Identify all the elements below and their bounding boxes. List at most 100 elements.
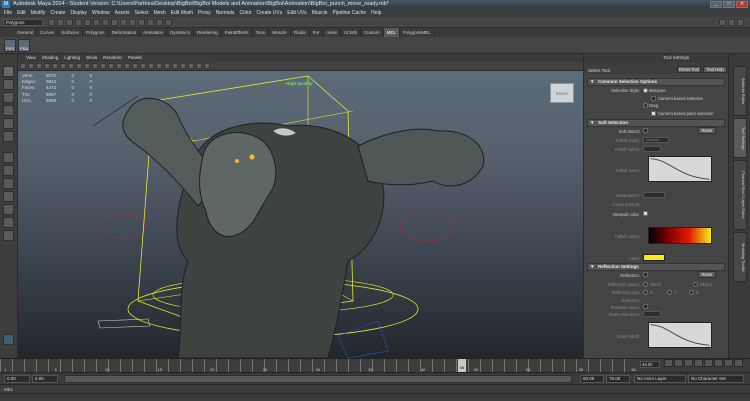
- layout-four-icon[interactable]: [3, 165, 14, 176]
- menu-create-uvs[interactable]: Create UVs: [256, 9, 282, 17]
- panel-menu-panels[interactable]: Panels: [128, 54, 142, 62]
- scale-tool-icon[interactable]: [3, 131, 14, 142]
- snap-curve-icon[interactable]: [111, 19, 118, 26]
- go-to-end-icon[interactable]: [734, 359, 743, 367]
- reflection-axis-z-radio[interactable]: [689, 290, 694, 295]
- menu-color[interactable]: Color: [239, 9, 251, 17]
- menu-display[interactable]: Display: [70, 9, 86, 17]
- rotate-tool-icon[interactable]: [3, 118, 14, 129]
- minimize-button[interactable]: _: [710, 1, 722, 8]
- select-component-icon[interactable]: [93, 19, 100, 26]
- command-line[interactable]: MEL: [0, 384, 750, 393]
- reflection-space-world-radio[interactable]: [643, 282, 648, 287]
- image-plane-icon[interactable]: [44, 63, 50, 69]
- use-all-lights-icon[interactable]: [140, 63, 146, 69]
- shelf-tab-nhair[interactable]: nHair: [323, 28, 342, 37]
- render-icon[interactable]: [147, 19, 154, 26]
- shelf-tab-polygonsmel[interactable]: PolygonsMEL: [400, 28, 435, 37]
- seam-falloff-graph[interactable]: [648, 322, 712, 348]
- playback-start-field[interactable]: 0.00: [32, 375, 58, 383]
- smooth-shade-icon[interactable]: [116, 63, 122, 69]
- tab-attribute-editor[interactable]: Attribute Editor: [733, 66, 747, 116]
- preserve-seam-checkbox[interactable]: [643, 304, 648, 309]
- layout-two-icon[interactable]: [3, 178, 14, 189]
- interpolation-dropdown[interactable]: [643, 192, 665, 198]
- depth-of-field-icon[interactable]: [204, 63, 210, 69]
- shelf-button-psa[interactable]: PSA: [18, 39, 30, 52]
- menu-create[interactable]: Create: [50, 9, 65, 17]
- snap-grid-icon[interactable]: [102, 19, 109, 26]
- snap-point-icon[interactable]: [120, 19, 127, 26]
- show-channel-box-icon[interactable]: [737, 19, 744, 26]
- camera-paint-selection-checkbox[interactable]: [651, 111, 656, 116]
- falloff-colors-ramp[interactable]: [648, 227, 712, 244]
- play-forwards-icon[interactable]: [704, 359, 713, 367]
- menu-file[interactable]: File: [4, 9, 12, 17]
- viewport-color-checkbox[interactable]: [643, 211, 648, 216]
- shelf-tab-polygons[interactable]: Polygons: [83, 28, 109, 37]
- menu-edit-mesh[interactable]: Edit Mesh: [171, 9, 193, 17]
- panel-menu-lighting[interactable]: Lighting: [64, 54, 80, 62]
- menu-modify[interactable]: Modify: [31, 9, 46, 17]
- menu-edit-uvs[interactable]: Edit UVs: [287, 9, 306, 17]
- tab-modeling-toolkit[interactable]: Modeling Toolkit: [733, 232, 747, 282]
- isolate-select-icon[interactable]: [172, 63, 178, 69]
- current-time-marker[interactable]: 46: [458, 359, 466, 372]
- character-set-dropdown[interactable]: No Character Set: [688, 375, 744, 383]
- menu-pipeline-cache[interactable]: Pipeline Cache: [333, 9, 367, 17]
- layout-dopesheet-icon[interactable]: [3, 230, 14, 241]
- xray-icon[interactable]: [156, 63, 162, 69]
- color-swatch[interactable]: [643, 254, 665, 261]
- reflection-axis-x-radio[interactable]: [643, 290, 648, 295]
- menu-set-dropdown[interactable]: Polygons: [3, 19, 43, 26]
- reflection-checkbox[interactable]: [643, 272, 648, 277]
- shelf-tab-deformation[interactable]: Deformation: [109, 28, 141, 37]
- soft-select-reset-button[interactable]: Reset: [698, 127, 716, 134]
- grid-icon[interactable]: [52, 63, 58, 69]
- show-attribute-editor-icon[interactable]: [719, 19, 726, 26]
- common-selection-section[interactable]: Common Selection Options: [587, 78, 725, 86]
- snap-surface-icon[interactable]: [129, 19, 136, 26]
- menu-normals[interactable]: Normals: [216, 9, 235, 17]
- playback-end-field[interactable]: 60.00: [580, 375, 604, 383]
- shelf-tab-custom[interactable]: Custom: [361, 28, 384, 37]
- step-back-frame-icon[interactable]: [684, 359, 693, 367]
- ambient-occlusion-icon[interactable]: [180, 63, 186, 69]
- wireframe-on-shaded-icon[interactable]: [124, 63, 130, 69]
- play-backwards-icon[interactable]: [694, 359, 703, 367]
- open-scene-icon[interactable]: [57, 19, 64, 26]
- command-line-mode[interactable]: MEL: [4, 387, 13, 392]
- animation-start-field[interactable]: 0.00: [4, 375, 30, 383]
- shelf-tab-surfaces[interactable]: Surfaces: [58, 28, 84, 37]
- anti-alias-icon[interactable]: [196, 63, 202, 69]
- shelf-tab-mel[interactable]: MEL: [383, 28, 400, 37]
- menu-select[interactable]: Select: [135, 9, 149, 17]
- save-scene-icon[interactable]: [66, 19, 73, 26]
- move-tool-icon[interactable]: [3, 105, 14, 116]
- seam-tolerance-field[interactable]: [643, 311, 661, 317]
- marquee-radio[interactable]: [643, 88, 648, 93]
- shelf-tab-painteffects[interactable]: PaintEffects: [222, 28, 253, 37]
- film-gate-icon[interactable]: [60, 63, 66, 69]
- textured-icon[interactable]: [132, 63, 138, 69]
- drag-radio[interactable]: [643, 103, 648, 108]
- step-forward-frame-icon[interactable]: [714, 359, 723, 367]
- render-settings-icon[interactable]: [165, 19, 172, 26]
- wireframe-icon[interactable]: [108, 63, 114, 69]
- shelf-tab-general[interactable]: General: [14, 28, 38, 37]
- layout-persp-graph-icon[interactable]: [3, 191, 14, 202]
- menu-help[interactable]: Help: [371, 9, 381, 17]
- step-back-key-icon[interactable]: [674, 359, 683, 367]
- ipr-render-icon[interactable]: [156, 19, 163, 26]
- gate-mask-icon[interactable]: [76, 63, 82, 69]
- shadows-icon[interactable]: [148, 63, 154, 69]
- panel-menu-view[interactable]: View: [26, 54, 36, 62]
- panel-menu-shading[interactable]: Shading: [42, 54, 59, 62]
- soft-select-checkbox[interactable]: [643, 128, 648, 133]
- reset-tool-button[interactable]: Reset Tool: [677, 66, 701, 73]
- animation-end-field[interactable]: 75.00: [606, 375, 630, 383]
- reflection-reset-button[interactable]: Reset: [698, 271, 716, 278]
- select-object-icon[interactable]: [84, 19, 91, 26]
- shelf-tab-fluids[interactable]: Fluids: [291, 28, 310, 37]
- current-frame-field[interactable]: 44.00: [640, 361, 660, 368]
